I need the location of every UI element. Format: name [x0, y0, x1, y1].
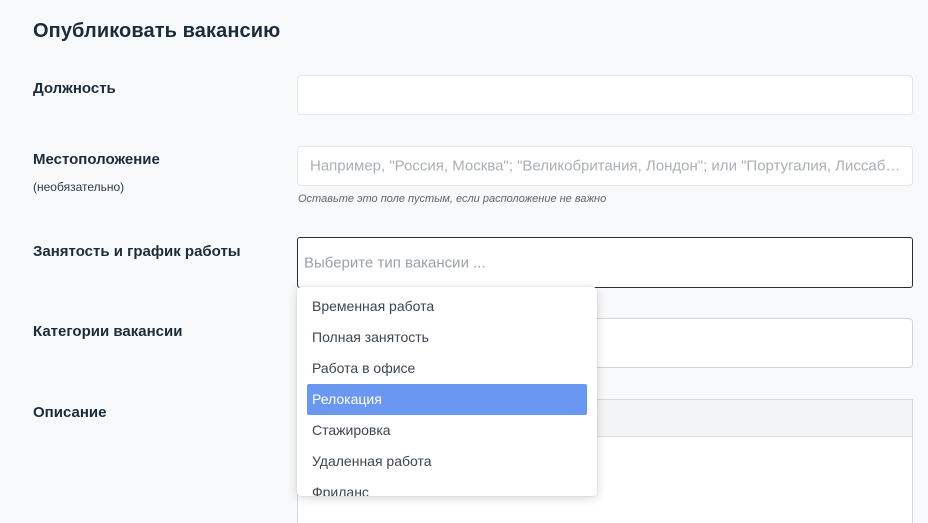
position-input[interactable] [297, 75, 913, 115]
dropdown-option[interactable]: Стажировка [307, 415, 587, 446]
publish-vacancy-page: Опубликовать вакансию Должность Местопол… [0, 0, 928, 523]
location-input[interactable]: Например, "Россия, Москва"; "Великобрита… [297, 146, 913, 186]
dropdown-option[interactable]: Временная работа [307, 291, 587, 322]
dropdown-option[interactable]: Работа в офисе [307, 353, 587, 384]
page-title: Опубликовать вакансию [33, 20, 281, 42]
dropdown-option[interactable]: Полная занятость [307, 322, 587, 353]
location-hint: Оставьте это поле пустым, если расположе… [298, 193, 607, 205]
position-label: Должность [33, 80, 116, 97]
dropdown-option-highlighted[interactable]: Релокация [307, 384, 587, 415]
dropdown-option[interactable]: Фриланс [307, 477, 587, 496]
employment-label: Занятость и график работы [33, 243, 241, 260]
employment-select-placeholder: Выберите тип вакансии ... [304, 254, 486, 271]
categories-label: Категории вакансии [33, 323, 183, 340]
location-optional-note: (необязательно) [33, 180, 125, 194]
employment-dropdown: Временная работа Полная занятость Работа… [297, 287, 597, 496]
employment-select[interactable]: Выберите тип вакансии ... [297, 237, 913, 288]
description-label: Описание [33, 404, 107, 421]
dropdown-option[interactable]: Удаленная работа [307, 446, 587, 477]
location-label: Местоположение [33, 151, 160, 168]
location-input-placeholder: Например, "Россия, Москва"; "Великобрита… [310, 157, 902, 175]
